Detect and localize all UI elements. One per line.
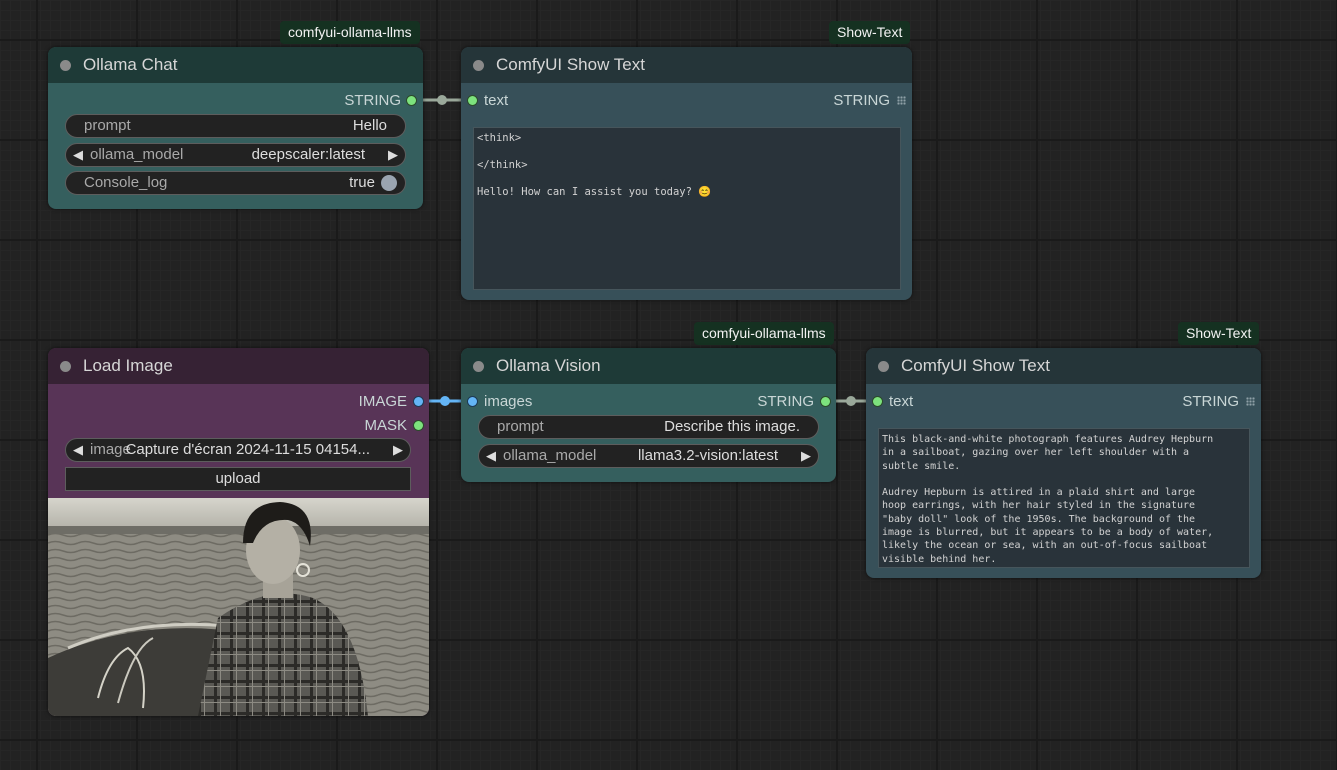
link-midpoint — [846, 396, 856, 406]
model-value: llama3.2-vision:latest — [637, 447, 778, 464]
badge-ollama-vision: comfyui-ollama-llms — [694, 322, 834, 345]
console-log-toggle[interactable]: Console_log true — [65, 171, 406, 195]
arrow-right-icon[interactable]: ▶ — [393, 439, 403, 461]
node-title: Ollama Vision — [496, 356, 601, 375]
input-images-dot[interactable] — [468, 397, 477, 406]
image-value: Capture d'écran 2024-11-15 04154... — [125, 441, 370, 458]
prompt-label: prompt — [84, 117, 131, 134]
prompt-value: Hello — [352, 117, 387, 134]
node-title: ComfyUI Show Text — [496, 55, 645, 74]
node-ollama-vision[interactable]: Ollama Vision images STRING prompt Descr… — [461, 348, 836, 482]
collapse-dot-icon[interactable] — [473, 60, 484, 71]
collapse-dot-icon[interactable] — [878, 361, 889, 372]
link-midpoint — [437, 95, 447, 105]
output-string-label: STRING — [833, 92, 890, 109]
collapse-dot-icon[interactable] — [60, 361, 71, 372]
node-header[interactable]: Ollama Vision — [461, 348, 836, 384]
model-label: ollama_model — [90, 146, 184, 163]
output-mask-label: MASK — [364, 417, 407, 434]
input-text-label: text — [484, 92, 509, 109]
badge-ollama-chat: comfyui-ollama-llms — [280, 21, 420, 44]
input-text-dot[interactable] — [873, 397, 882, 406]
node-title: Load Image — [83, 356, 173, 375]
arrow-left-icon[interactable]: ◀ — [486, 445, 496, 467]
output-string-dot[interactable] — [821, 397, 830, 406]
badge-show-text-1: Show-Text — [829, 21, 911, 44]
output-mask-dot[interactable] — [414, 421, 423, 430]
output-image-label: IMAGE — [358, 393, 407, 410]
prompt-field[interactable]: prompt Describe this image. — [478, 415, 819, 439]
node-ollama-chat[interactable]: Ollama Chat STRING prompt Hello ◀ ollama… — [48, 47, 423, 209]
model-combo[interactable]: ◀ ollama_model deepscaler:latest ▶ — [65, 143, 406, 167]
photo-preview-icon — [48, 498, 429, 716]
output-image-dot[interactable] — [414, 397, 423, 406]
input-text-dot[interactable] — [468, 96, 477, 105]
input-images-label: images — [484, 393, 533, 410]
node-title: ComfyUI Show Text — [901, 356, 1050, 375]
arrow-right-icon[interactable]: ▶ — [388, 144, 398, 166]
upload-button[interactable]: upload — [65, 467, 411, 491]
input-text-label: text — [889, 393, 914, 410]
node-show-text-2[interactable]: ComfyUI Show Text text STRING This black… — [866, 348, 1261, 578]
console-label: Console_log — [84, 174, 168, 191]
prompt-field[interactable]: prompt Hello — [65, 114, 406, 138]
node-header[interactable]: ComfyUI Show Text — [461, 47, 912, 83]
arrow-left-icon[interactable]: ◀ — [73, 439, 83, 461]
badge-show-text-2: Show-Text — [1178, 322, 1260, 345]
node-load-image[interactable]: Load Image IMAGE MASK ◀ image Capture d'… — [48, 348, 429, 716]
node-title: Ollama Chat — [83, 55, 178, 74]
image-preview — [48, 498, 429, 716]
model-value: deepscaler:latest — [251, 146, 365, 163]
link-midpoint — [440, 396, 450, 406]
collapse-dot-icon[interactable] — [60, 60, 71, 71]
grid-icon[interactable] — [1246, 397, 1255, 406]
model-label: ollama_model — [503, 447, 597, 464]
prompt-label: prompt — [497, 418, 544, 435]
text-output-area[interactable]: This black-and-white photograph features… — [878, 428, 1250, 568]
grid-icon[interactable] — [897, 96, 906, 105]
arrow-left-icon[interactable]: ◀ — [73, 144, 83, 166]
model-combo[interactable]: ◀ ollama_model llama3.2-vision:latest ▶ — [478, 444, 819, 468]
console-value: true — [349, 174, 375, 191]
output-string-label: STRING — [1182, 393, 1239, 410]
node-header[interactable]: Ollama Chat — [48, 47, 423, 83]
output-string-label: STRING — [344, 92, 401, 109]
node-show-text-1[interactable]: ComfyUI Show Text text STRING <think> </… — [461, 47, 912, 300]
node-header[interactable]: Load Image — [48, 348, 429, 384]
toggle-knob-icon[interactable] — [381, 175, 397, 191]
arrow-right-icon[interactable]: ▶ — [801, 445, 811, 467]
node-header[interactable]: ComfyUI Show Text — [866, 348, 1261, 384]
prompt-value: Describe this image. — [664, 418, 800, 435]
collapse-dot-icon[interactable] — [473, 361, 484, 372]
text-output-area[interactable]: <think> </think> Hello! How can I assist… — [473, 127, 901, 290]
image-combo[interactable]: ◀ image Capture d'écran 2024-11-15 04154… — [65, 438, 411, 462]
output-string-dot[interactable] — [407, 96, 416, 105]
output-string-label: STRING — [757, 393, 814, 410]
